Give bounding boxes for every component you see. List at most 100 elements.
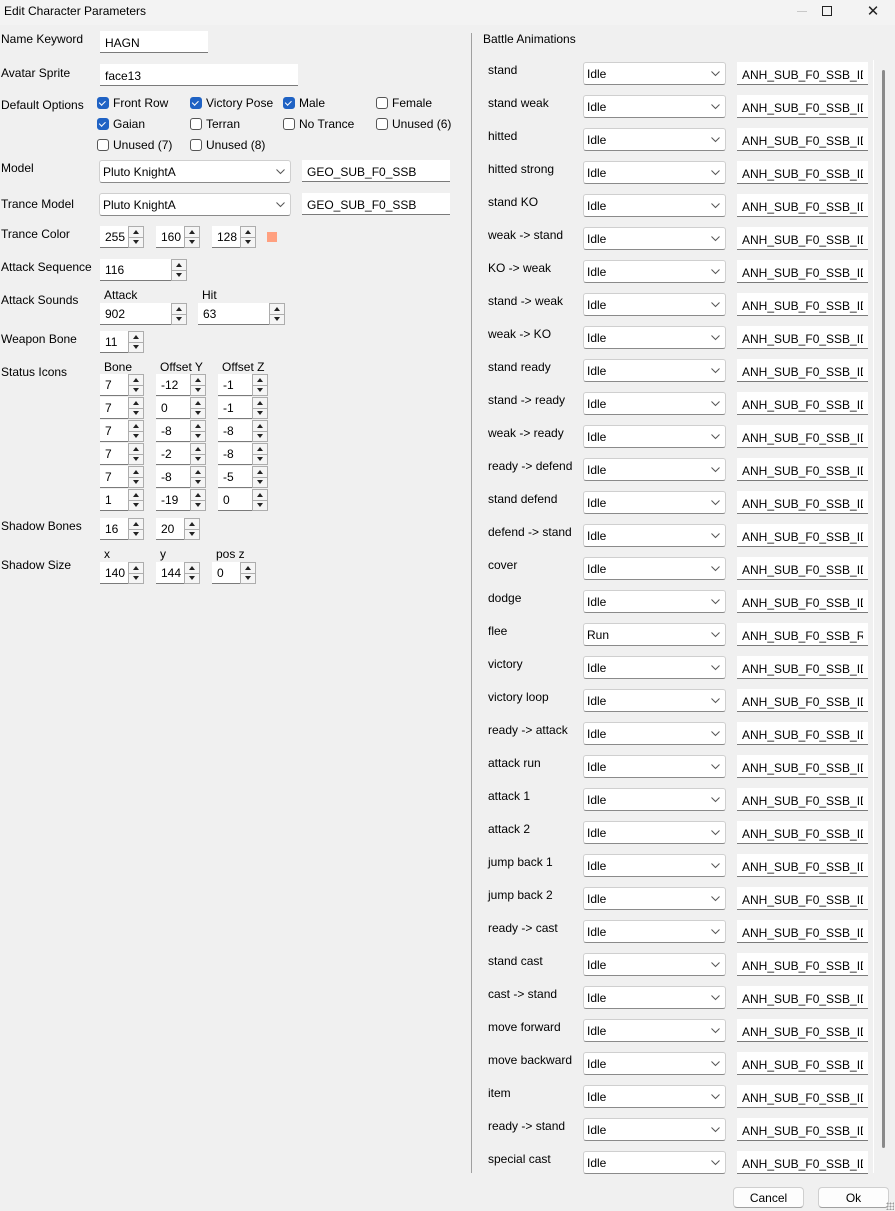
- status-icon-offset-y-value[interactable]: -8: [156, 420, 190, 442]
- spin-up-button[interactable]: [191, 421, 205, 432]
- status-icon-bone-value[interactable]: 7: [100, 397, 128, 419]
- attack-sequence-value[interactable]: 116: [100, 259, 171, 281]
- option-checkbox[interactable]: Female: [376, 95, 432, 111]
- status-icon-bone-value[interactable]: 7: [100, 466, 128, 488]
- avatar-sprite-input[interactable]: [100, 64, 298, 86]
- checkbox-unchecked-icon[interactable]: [376, 97, 388, 109]
- animation-code-input[interactable]: [737, 161, 868, 184]
- spin-down-button[interactable]: [129, 454, 143, 464]
- spin-down-button[interactable]: [172, 314, 186, 324]
- shadow-size-y-spinner[interactable]: 144: [156, 562, 200, 584]
- model-code-input[interactable]: [302, 160, 450, 182]
- option-checkbox[interactable]: Unused (7): [97, 137, 172, 153]
- option-checkbox[interactable]: Victory Pose: [190, 95, 273, 111]
- status-icon-bone-value[interactable]: 7: [100, 420, 128, 442]
- checkbox-checked-icon[interactable]: [97, 97, 109, 109]
- spin-up-button[interactable]: [129, 227, 143, 238]
- animation-code-input[interactable]: [737, 425, 868, 448]
- animation-select[interactable]: Idle: [583, 1019, 726, 1042]
- status-icon-offset-z-spinner[interactable]: -1: [218, 397, 268, 419]
- animation-select[interactable]: Idle: [583, 62, 726, 85]
- spin-up-button[interactable]: [129, 563, 143, 574]
- trance-color-b-value[interactable]: 128: [212, 226, 240, 248]
- spin-down-button[interactable]: [241, 237, 255, 247]
- animation-select[interactable]: Idle: [583, 1085, 726, 1108]
- spin-down-button[interactable]: [191, 385, 205, 395]
- animation-code-input[interactable]: [737, 293, 868, 316]
- attack-sound-value[interactable]: 902: [100, 303, 171, 325]
- animation-code-input[interactable]: [737, 821, 868, 844]
- spin-down-button[interactable]: [129, 342, 143, 352]
- animation-select[interactable]: Idle: [583, 227, 726, 250]
- spin-up-button[interactable]: [129, 332, 143, 343]
- option-checkbox[interactable]: No Trance: [283, 116, 354, 132]
- animation-code-input[interactable]: [737, 1151, 868, 1174]
- animation-select[interactable]: Idle: [583, 1151, 726, 1174]
- animation-select[interactable]: Idle: [583, 953, 726, 976]
- shadow-size-x-value[interactable]: 140: [100, 562, 128, 584]
- animation-select[interactable]: Idle: [583, 854, 726, 877]
- spin-up-button[interactable]: [129, 375, 143, 386]
- spin-down-button[interactable]: [185, 529, 199, 539]
- spin-up-button[interactable]: [191, 490, 205, 501]
- animation-select[interactable]: Idle: [583, 821, 726, 844]
- shadow-size-y-value[interactable]: 144: [156, 562, 184, 584]
- status-icon-offset-y-value[interactable]: -12: [156, 374, 190, 396]
- animation-select[interactable]: Idle: [583, 95, 726, 118]
- shadow-bone-a-value[interactable]: 16: [100, 518, 128, 540]
- animation-code-input[interactable]: [737, 854, 868, 877]
- trance-model-code-input[interactable]: [302, 193, 450, 215]
- animation-code-input[interactable]: [737, 128, 868, 151]
- spin-down-button[interactable]: [129, 477, 143, 487]
- option-checkbox[interactable]: Male: [283, 95, 325, 111]
- checkbox-unchecked-icon[interactable]: [283, 118, 295, 130]
- animation-select[interactable]: Run: [583, 623, 726, 646]
- weapon-bone-spinner[interactable]: 11: [100, 331, 144, 353]
- checkbox-checked-icon[interactable]: [190, 97, 202, 109]
- spin-up-button[interactable]: [129, 519, 143, 530]
- spin-up-button[interactable]: [253, 444, 267, 455]
- spin-down-button[interactable]: [191, 431, 205, 441]
- spin-up-button[interactable]: [185, 563, 199, 574]
- spin-up-button[interactable]: [185, 519, 199, 530]
- animation-select[interactable]: Idle: [583, 293, 726, 316]
- animation-code-input[interactable]: [737, 326, 868, 349]
- animation-code-input[interactable]: [737, 359, 868, 382]
- status-icon-offset-y-value[interactable]: 0: [156, 397, 190, 419]
- shadow-size-z-value[interactable]: 0: [212, 562, 240, 584]
- cancel-button[interactable]: Cancel: [733, 1187, 804, 1208]
- animation-code-input[interactable]: [737, 62, 868, 85]
- spin-down-button[interactable]: [253, 477, 267, 487]
- status-icon-offset-z-spinner[interactable]: 0: [218, 489, 268, 511]
- animation-code-input[interactable]: [737, 227, 868, 250]
- spin-up-button[interactable]: [129, 398, 143, 409]
- spin-up-button[interactable]: [253, 398, 267, 409]
- animation-code-input[interactable]: [737, 887, 868, 910]
- animation-select[interactable]: Idle: [583, 722, 726, 745]
- animation-select[interactable]: Idle: [583, 887, 726, 910]
- checkbox-unchecked-icon[interactable]: [376, 118, 388, 130]
- spin-up-button[interactable]: [191, 375, 205, 386]
- spin-up-button[interactable]: [191, 398, 205, 409]
- status-icon-offset-y-value[interactable]: -2: [156, 443, 190, 465]
- status-icon-offset-y-spinner[interactable]: 0: [156, 397, 206, 419]
- status-icon-bone-spinner[interactable]: 7: [100, 397, 144, 419]
- resize-grip-icon[interactable]: [886, 1202, 894, 1210]
- spin-up-button[interactable]: [129, 421, 143, 432]
- spin-up-button[interactable]: [253, 490, 267, 501]
- animation-select[interactable]: Idle: [583, 359, 726, 382]
- animation-select[interactable]: Idle: [583, 392, 726, 415]
- animation-select[interactable]: Idle: [583, 755, 726, 778]
- spin-up-button[interactable]: [172, 304, 186, 315]
- animation-select[interactable]: Idle: [583, 1052, 726, 1075]
- option-checkbox[interactable]: Terran: [190, 116, 240, 132]
- status-icon-offset-y-spinner[interactable]: -12: [156, 374, 206, 396]
- status-icon-offset-z-spinner[interactable]: -1: [218, 374, 268, 396]
- spin-up-button[interactable]: [129, 467, 143, 478]
- animation-select[interactable]: Idle: [583, 920, 726, 943]
- animation-code-input[interactable]: [737, 953, 868, 976]
- animation-select[interactable]: Idle: [583, 524, 726, 547]
- trance-color-r-spinner[interactable]: 255: [100, 226, 144, 248]
- shadow-bone-b-spinner[interactable]: 20: [156, 518, 200, 540]
- status-icon-offset-y-spinner[interactable]: -2: [156, 443, 206, 465]
